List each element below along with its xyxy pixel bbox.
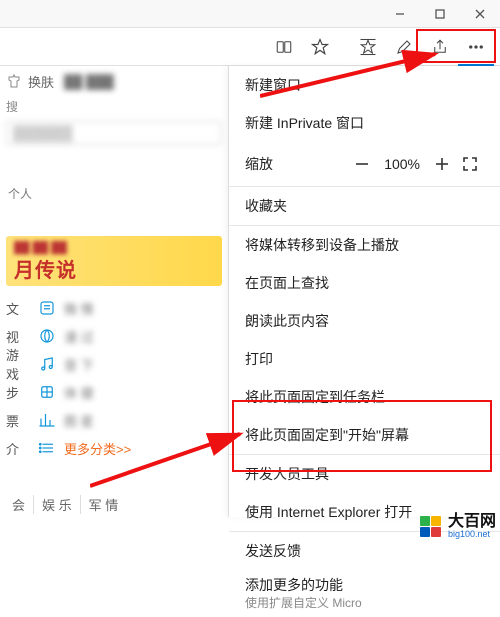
promo-banner[interactable]: ██ ██ ██ 月传说 bbox=[6, 236, 222, 286]
fullscreen-button[interactable] bbox=[456, 150, 484, 178]
menu-zoom-row: 缩放 100% bbox=[229, 142, 500, 186]
bottom-tab[interactable]: 军 情 bbox=[81, 495, 127, 514]
list-icon bbox=[36, 437, 58, 459]
more-menu-button[interactable] bbox=[458, 29, 494, 65]
bottom-tab[interactable]: 会 bbox=[4, 495, 34, 514]
menu-find[interactable]: 在页面上查找 bbox=[229, 264, 500, 302]
zoom-out-button[interactable] bbox=[348, 150, 376, 178]
menu-pin-start[interactable]: 将此页面固定到"开始"屏幕 bbox=[229, 416, 500, 454]
window-maximize-button[interactable] bbox=[420, 0, 460, 28]
zoom-in-button[interactable] bbox=[428, 150, 456, 178]
list-item[interactable]: 游戏 音 下 bbox=[6, 350, 222, 378]
list-item[interactable]: 文 微 情 bbox=[6, 294, 222, 322]
menu-cast[interactable]: 将媒体转移到设备上播放 bbox=[229, 226, 500, 264]
reading-view-icon[interactable] bbox=[266, 29, 302, 65]
zoom-label: 缩放 bbox=[245, 154, 305, 174]
page-background-strip: 换肤 ██ ███ 搜 ██████ 个人 ██ ██ ██ 月传说 文 微 情… bbox=[0, 66, 228, 517]
menu-new-window[interactable]: 新建窗口 bbox=[229, 66, 500, 104]
weibo-icon bbox=[36, 297, 58, 319]
window-minimize-button[interactable] bbox=[380, 0, 420, 28]
sport-icon bbox=[36, 381, 58, 403]
menu-favorites[interactable]: 收藏夹 bbox=[229, 187, 500, 225]
share-icon[interactable] bbox=[422, 29, 458, 65]
video-icon bbox=[36, 325, 58, 347]
zoom-percent: 100% bbox=[384, 156, 420, 172]
menu-pin-taskbar[interactable]: 将此页面固定到任务栏 bbox=[229, 378, 500, 416]
watermark-text-en: big100.net bbox=[448, 530, 496, 539]
favorites-pane-icon[interactable] bbox=[350, 29, 386, 65]
chart-icon bbox=[36, 409, 58, 431]
list-item[interactable]: 步 体 健 bbox=[6, 378, 222, 406]
menu-more-features-sub: 使用扩展自定义 Micro bbox=[229, 594, 500, 617]
menu-print[interactable]: 打印 bbox=[229, 340, 500, 378]
small-header: 搜 bbox=[0, 96, 228, 117]
music-icon bbox=[36, 353, 58, 375]
blurred-text: ██ ███ bbox=[64, 74, 114, 89]
profile-label: 个人 bbox=[0, 181, 228, 206]
bottom-tab[interactable]: 娱 乐 bbox=[34, 495, 81, 514]
banner-line1: ██ ██ ██ bbox=[14, 242, 214, 254]
menu-new-inprivate[interactable]: 新建 InPrivate 窗口 bbox=[229, 104, 500, 142]
bottom-tabs: 会 娱 乐 军 情 bbox=[0, 491, 126, 517]
browser-toolbar bbox=[0, 28, 500, 66]
menu-read-aloud[interactable]: 朗读此页内容 bbox=[229, 302, 500, 340]
skin-tab[interactable]: 换肤 ██ ███ bbox=[0, 66, 228, 96]
window-close-button[interactable] bbox=[460, 0, 500, 28]
watermark-logo-icon bbox=[420, 516, 442, 538]
search-input[interactable]: ██████ bbox=[6, 121, 222, 145]
watermark-text-cn: 大百网 bbox=[448, 514, 496, 530]
list-item[interactable]: 票 图 星 bbox=[6, 406, 222, 434]
list-item[interactable]: 介 更多分类>> bbox=[6, 434, 222, 462]
list-item[interactable]: 视 漫 过 bbox=[6, 322, 222, 350]
web-note-pen-icon[interactable] bbox=[386, 29, 422, 65]
favorite-star-icon[interactable] bbox=[302, 29, 338, 65]
settings-more-menu: 新建窗口 新建 InPrivate 窗口 缩放 100% 收藏夹 将媒体转移到设… bbox=[228, 66, 500, 517]
skin-tab-label: 换肤 bbox=[28, 72, 54, 91]
category-list: 文 微 情 视 漫 过 游戏 音 下 步 体 健 票 图 星 介 bbox=[6, 294, 222, 462]
banner-line2: 月传说 bbox=[14, 254, 214, 283]
watermark: 大百网 big100.net bbox=[420, 514, 496, 539]
menu-dev-tools[interactable]: 开发人员工具 bbox=[229, 455, 500, 493]
more-categories-link[interactable]: 更多分类>> bbox=[64, 439, 131, 458]
